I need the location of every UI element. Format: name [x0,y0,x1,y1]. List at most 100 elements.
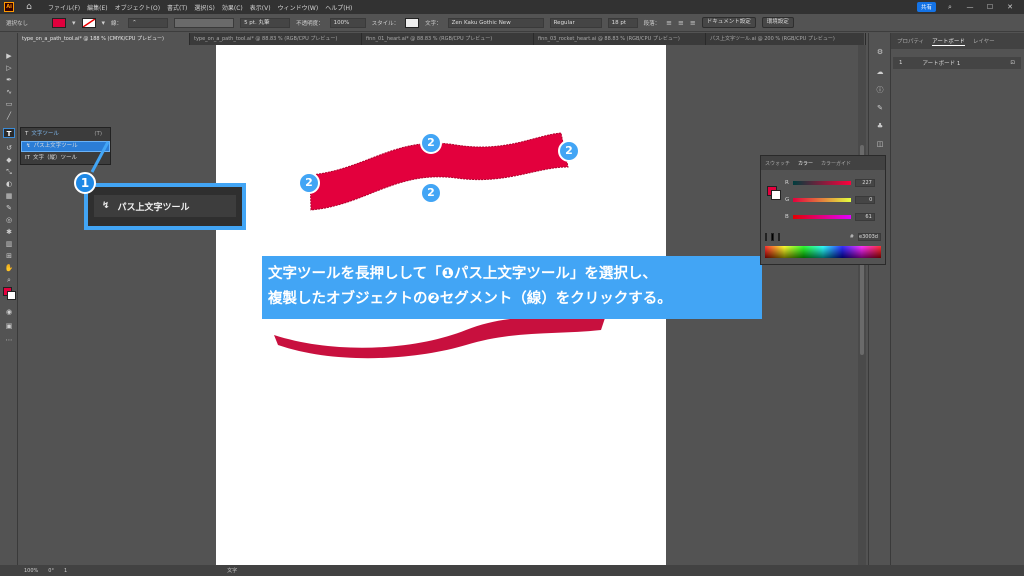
menu-help[interactable]: ヘルプ(H) [325,3,352,12]
flyout-type-tool[interactable]: T 文字ツール (T) [21,129,110,140]
menu-object[interactable]: オブジェクト(O) [115,3,160,12]
draw-mode-icon[interactable]: ◉ [3,307,15,317]
home-icon[interactable]: ⌂ [24,2,34,12]
chevron-down-icon[interactable]: ▾ [72,19,76,27]
menu-view[interactable]: 表示(V) [250,3,271,12]
properties-icon[interactable]: ⚙ [874,47,886,57]
chevron-down-icon[interactable]: ▾ [102,19,106,27]
tab-document-4[interactable]: finn_03_rocket_heart.ai @ 88.83 % (RGB/C… [534,33,706,45]
align-center-icon[interactable]: ≡ [678,19,684,27]
panel-dock: ⚙ ☁ ⓘ ✎ ♣ ◫ [868,33,890,565]
font-style-field[interactable]: Regular [549,17,602,28]
menu-edit[interactable]: 編集(E) [87,3,107,12]
tab-document-2[interactable]: type_on_a_path_tool.ai* @ 88.83 % (RGB/C… [190,33,362,45]
tab-document-5[interactable]: パス上文字ツール.ai @ 200 % (RGB/CPU プレビュー) [706,33,866,45]
tab-layers[interactable]: レイヤー [973,37,995,45]
symbol-sprayer-tool-icon[interactable]: ✱ [3,227,15,237]
graphic-styles-icon[interactable]: ◫ [874,139,886,149]
gradient-tool-icon[interactable]: ▦ [3,191,15,201]
hand-tool-icon[interactable]: ✋ [3,263,15,273]
menu-type[interactable]: 書式(T) [167,3,187,12]
eyedropper-tool-icon[interactable]: ✎ [3,203,15,213]
search-icon[interactable]: ⌕ [944,1,956,13]
tab-artboards[interactable]: アートボード [932,37,965,46]
tab-document-3[interactable]: finn_01_heart.ai* @ 88.83 % (RGB/CPU プレビ… [362,33,534,45]
screen-mode-icon[interactable]: ▣ [3,321,15,331]
blue-slider[interactable]: B 61 [785,212,881,222]
rotate-tool-icon[interactable]: ↺ [3,143,15,153]
flyout-item-label: 文字ツール [31,131,59,137]
none-swatch[interactable] [765,233,768,241]
stroke-weight-field[interactable]: ⌃ [128,17,169,28]
eraser-tool-icon[interactable]: ◆ [3,155,15,165]
rotation-angle[interactable]: 0° [48,568,54,574]
shape-builder-tool-icon[interactable]: ◐ [3,179,15,189]
red-track[interactable] [792,181,851,185]
minimize-icon[interactable]: — [964,1,976,13]
libraries-icon[interactable]: ☁ [874,67,886,77]
green-track[interactable] [793,198,852,202]
menu-window[interactable]: ウィンドウ(W) [278,3,319,12]
menu-select[interactable]: 選択(S) [194,3,215,12]
flyout-item-label: 文字（縦）ツール [32,155,77,161]
properties-panel: プロパティ アートボード レイヤー 1 アートボード 1 ⊡ [890,33,1024,565]
vertical-type-tool-icon: IT [25,155,30,161]
red-slider[interactable]: R 227 [785,178,881,188]
graph-tool-icon[interactable]: ▥ [3,239,15,249]
more-tools-icon[interactable]: ⋯ [3,335,15,345]
tab-color[interactable]: カラー [798,160,813,167]
maximize-icon[interactable]: ☐ [984,1,996,13]
stroke-swatch[interactable] [81,17,96,28]
tab-properties[interactable]: プロパティ [897,37,924,45]
green-value[interactable]: 0 [855,196,876,204]
opacity-field[interactable]: 100% [329,17,366,28]
curvature-tool-icon[interactable]: ∿ [3,87,15,97]
hex-value[interactable]: e3003d [858,233,881,241]
artboard-tool-icon[interactable]: ⊞ [3,251,15,261]
blue-value[interactable]: 61 [854,213,875,221]
pen-tool-icon[interactable]: ✒ [3,75,15,85]
blue-track[interactable] [792,215,851,219]
close-icon[interactable]: ✕ [1004,1,1016,13]
white-swatch[interactable] [777,233,780,241]
zoom-level[interactable]: 100% [24,568,38,574]
preferences-button[interactable]: 環境設定 [761,17,794,28]
stroke-color-swatch[interactable] [7,291,16,300]
share-button[interactable]: 共有 [916,2,936,12]
style-swatch[interactable] [405,17,420,28]
color-spectrum[interactable] [765,246,881,258]
black-swatch[interactable] [771,233,774,241]
symbols-icon[interactable]: ♣ [874,121,886,131]
zoom-tool-icon[interactable]: ⌕ [3,275,15,285]
artboard-page[interactable]: 1 [64,568,67,574]
variable-width-field[interactable] [174,17,235,28]
vertical-scrollbar[interactable] [858,45,866,565]
fill-swatch[interactable] [52,17,67,28]
green-slider[interactable]: G 0 [785,195,881,205]
menu-effect[interactable]: 効果(C) [222,3,243,12]
red-value[interactable]: 227 [854,179,875,187]
direct-selection-tool-icon[interactable]: ▷ [3,63,15,73]
menu-file[interactable]: ファイル(F) [48,3,80,12]
document-setup-button[interactable]: ドキュメント設定 [701,17,756,28]
align-right-icon[interactable]: ≡ [690,19,696,27]
tools-panel: ▶ ▷ ✒ ∿ ▭ ╱ T ↺ ◆ ⤡ ◐ ▦ ✎ ◎ ✱ ▥ ⊞ ✋ ⌕ ◉ … [0,33,18,565]
paintbrush-tool-icon[interactable]: ╱ [3,111,15,121]
artboard-options-icon[interactable]: ⊡ [1010,60,1015,66]
rectangle-tool-icon[interactable]: ▭ [3,99,15,109]
info-icon[interactable]: ⓘ [874,85,886,95]
scale-tool-icon[interactable]: ⤡ [3,167,15,177]
font-family-field[interactable]: Zen Kaku Gothic New [447,17,544,28]
align-left-icon[interactable]: ≡ [666,19,672,27]
blend-tool-icon[interactable]: ◎ [3,215,15,225]
brush-field[interactable]: 5 pt. 丸筆 [240,17,291,28]
artboard-list-item[interactable]: 1 アートボード 1 ⊡ [893,57,1021,69]
tab-color-guide[interactable]: カラーガイド [821,160,851,167]
brushes-icon[interactable]: ✎ [874,103,886,113]
tab-swatches[interactable]: スウォッチ [765,160,790,167]
type-tool-icon[interactable]: T [3,128,15,138]
font-size-field[interactable]: 18 pt [607,17,638,28]
stroke-color-swatch[interactable] [771,190,781,200]
selection-tool-icon[interactable]: ▶ [3,51,15,61]
tab-document-1[interactable]: type_on_a_path_tool.ai* @ 188 % (CMYK/CP… [18,33,190,45]
